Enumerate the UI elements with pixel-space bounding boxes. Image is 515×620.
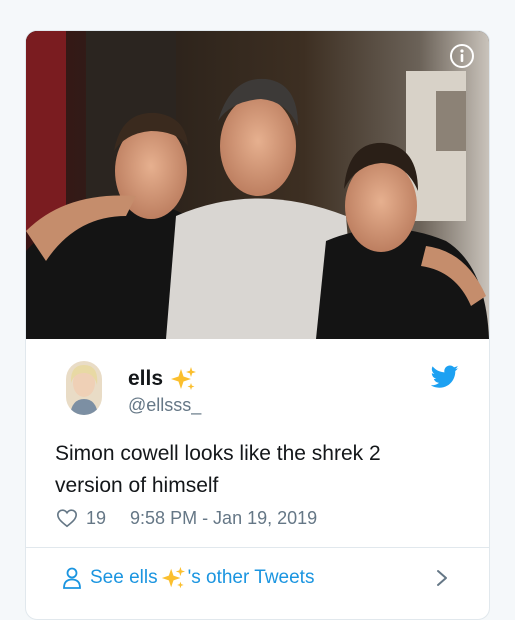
sparkles-emoji-icon	[171, 367, 197, 390]
see-other-tweets-suffix: 's other Tweets	[187, 567, 315, 588]
tweet-text-line-2: version of himself	[55, 474, 219, 497]
twitter-bird-icon[interactable]	[431, 365, 459, 389]
heart-icon[interactable]	[56, 507, 78, 529]
avatar-image	[66, 361, 102, 415]
tweet-text: Simon cowell looks like the shrek 2 vers…	[55, 438, 465, 502]
tweet-card: ells @ellsss_ Simon cowell looks like th…	[25, 30, 490, 620]
sparkles-emoji-icon	[161, 566, 185, 589]
person-icon	[63, 567, 81, 589]
like-count[interactable]: 19	[86, 508, 106, 529]
info-icon[interactable]	[449, 43, 475, 69]
see-other-tweets-link[interactable]: See ells 's other Tweets	[26, 548, 489, 608]
tweet-header: ells @ellsss_	[66, 361, 469, 421]
photo-image	[26, 31, 489, 339]
tweet-timestamp[interactable]: 9:58 PM - Jan 19, 2019	[130, 508, 317, 529]
avatar[interactable]	[66, 361, 102, 415]
user-handle[interactable]: @ellsss_	[128, 395, 201, 416]
tweet-text-line-1: Simon cowell looks like the shrek 2	[55, 442, 381, 465]
tweet-meta: 19 9:58 PM - Jan 19, 2019	[56, 507, 317, 529]
see-other-tweets-text[interactable]: See ells 's other Tweets	[90, 565, 314, 591]
chevron-right-icon[interactable]	[435, 568, 449, 588]
tweet-photo[interactable]	[26, 31, 489, 339]
see-other-tweets-prefix: See ells	[90, 567, 158, 588]
display-name[interactable]: ells	[128, 367, 163, 391]
